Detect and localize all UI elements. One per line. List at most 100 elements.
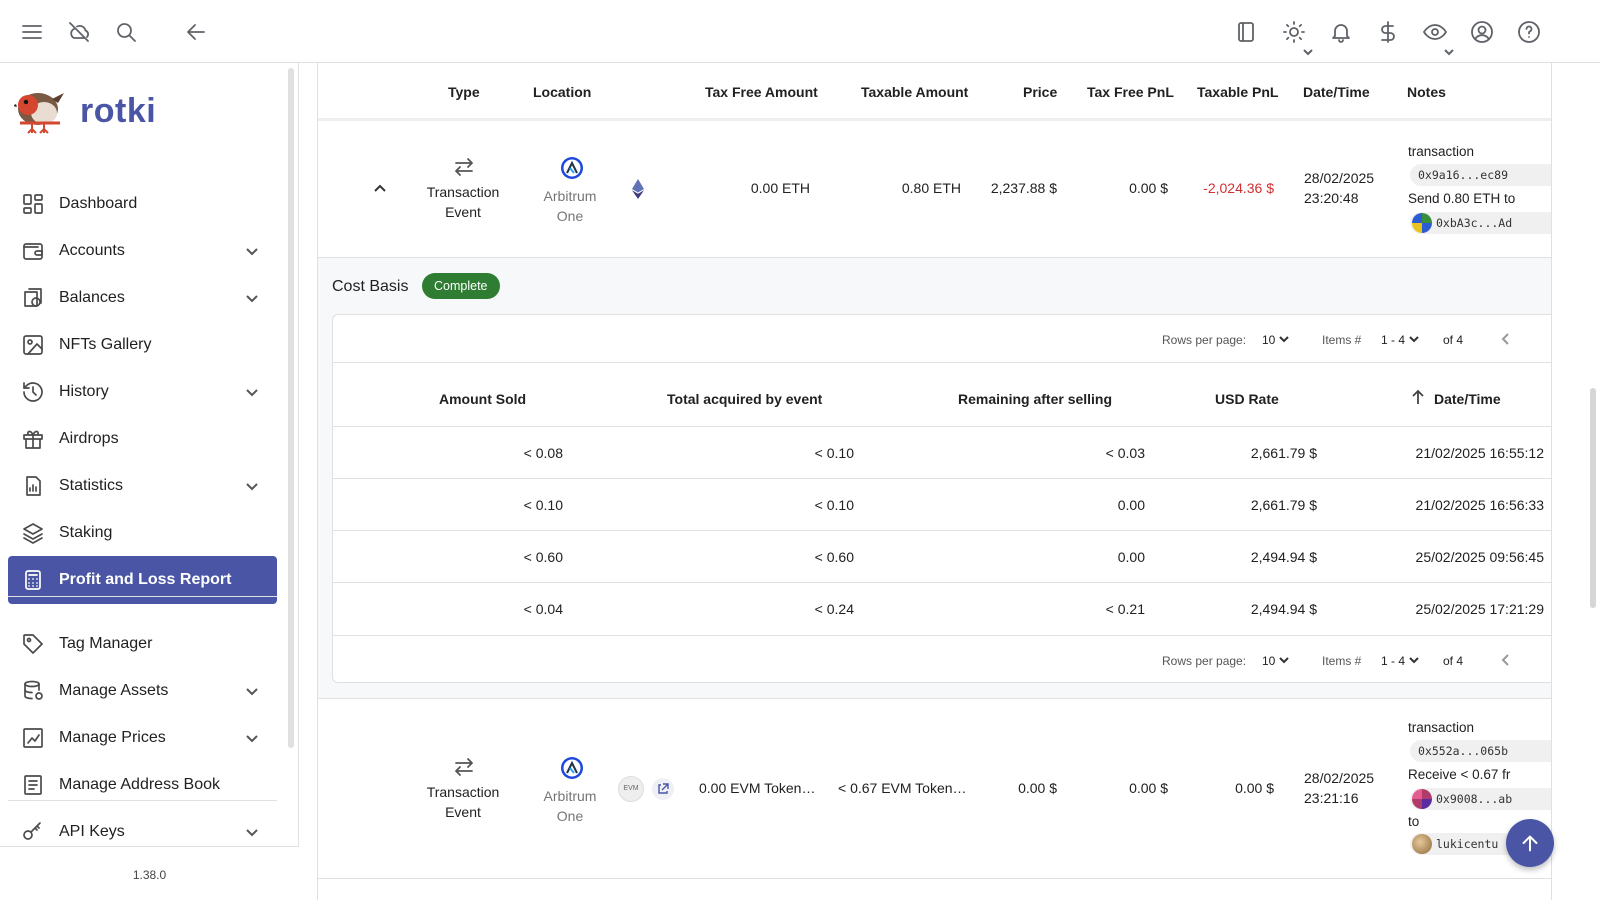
cell-total-acquired: < 0.24 bbox=[814, 601, 854, 617]
chevron-down-icon[interactable] bbox=[1303, 44, 1313, 56]
collapse-chevron-up-icon[interactable] bbox=[372, 180, 388, 196]
prev-page-chevron-icon[interactable] bbox=[1501, 654, 1511, 669]
chevron-down-icon[interactable] bbox=[245, 684, 259, 698]
notes-icon[interactable] bbox=[1233, 19, 1259, 45]
row-date: 28/02/2025 bbox=[1304, 170, 1375, 186]
items-range-select[interactable]: 1 - 4 bbox=[1381, 333, 1419, 347]
row-type-line1: Transaction bbox=[426, 784, 500, 800]
history-icon bbox=[21, 380, 45, 404]
search-icon[interactable] bbox=[113, 19, 139, 45]
header-tax-free-amount[interactable]: Tax Free Amount bbox=[705, 84, 818, 100]
chevron-down-icon[interactable] bbox=[1444, 44, 1454, 56]
sidebar-item-manage-address-book[interactable]: Manage Address Book bbox=[8, 761, 277, 809]
chevron-down-icon[interactable] bbox=[245, 244, 259, 258]
cell-usd-rate: 2,494.94 $ bbox=[1250, 601, 1317, 617]
address-avatar bbox=[1412, 789, 1432, 809]
header-taxable-amount[interactable]: Taxable Amount bbox=[861, 84, 968, 100]
back-icon[interactable] bbox=[183, 19, 209, 45]
bell-icon[interactable] bbox=[1328, 19, 1354, 45]
balances-icon bbox=[21, 286, 45, 310]
items-total: of 4 bbox=[1443, 654, 1464, 668]
cell-usd-rate: 2,494.94 $ bbox=[1250, 549, 1317, 565]
cost-basis-panel: Cost Basis Complete Rows per page: 10 It… bbox=[318, 257, 1551, 699]
header-datetime[interactable]: Date/Time bbox=[1434, 391, 1501, 407]
account-icon[interactable] bbox=[1469, 19, 1495, 45]
chevron-down-icon[interactable] bbox=[245, 385, 259, 399]
row-location-line1: Arbitrum bbox=[543, 788, 597, 804]
header-tax-free-pnl[interactable]: Tax Free PnL bbox=[1087, 84, 1174, 100]
notes-text: Receive < 0.67 fr bbox=[1408, 767, 1511, 782]
row-tax-free-pnl: 0.00 $ bbox=[1129, 180, 1168, 196]
header-type[interactable]: Type bbox=[448, 84, 480, 100]
header-taxable-pnl[interactable]: Taxable PnL bbox=[1197, 84, 1278, 100]
main-content: Type Location Tax Free Amount Taxable Am… bbox=[300, 63, 1600, 900]
items-label: Items # bbox=[1322, 333, 1362, 347]
header-total-acquired[interactable]: Total acquired by event bbox=[667, 391, 822, 407]
table-header: Type Location Tax Free Amount Taxable Am… bbox=[318, 63, 1551, 121]
header-remaining[interactable]: Remaining after selling bbox=[958, 391, 1112, 407]
sidebar-item-manage-assets[interactable]: Manage Assets bbox=[8, 667, 277, 715]
external-link-icon[interactable] bbox=[652, 778, 674, 800]
header-datetime[interactable]: Date/Time bbox=[1303, 84, 1370, 100]
sidebar-item-dashboard[interactable]: Dashboard bbox=[8, 180, 277, 228]
eye-icon[interactable] bbox=[1422, 19, 1448, 45]
notes-text: Send 0.80 ETH to bbox=[1408, 191, 1516, 206]
row-time: 23:20:48 bbox=[1304, 190, 1359, 206]
header-location[interactable]: Location bbox=[533, 84, 591, 100]
logo[interactable]: rotki bbox=[14, 85, 156, 137]
prev-page-chevron-icon[interactable] bbox=[1501, 333, 1511, 348]
sidebar-item-balances[interactable]: Balances bbox=[8, 274, 277, 322]
chevron-down-icon[interactable] bbox=[245, 731, 259, 745]
sidebar-item-accounts[interactable]: Accounts bbox=[8, 227, 277, 275]
tx-hash-chip[interactable]: 0x9a16...ec89 bbox=[1410, 164, 1551, 186]
row-taxable-pnl: -2,024.36 $ bbox=[1203, 180, 1274, 196]
cloud-off-icon[interactable] bbox=[66, 19, 92, 45]
sidebar-item-label: Balances bbox=[59, 289, 125, 306]
menu-icon[interactable] bbox=[19, 19, 45, 45]
evm-token-icon: EVM bbox=[618, 776, 644, 802]
sidebar-item-tag-manager[interactable]: Tag Manager bbox=[8, 620, 277, 668]
rows-per-page-select[interactable]: 10 bbox=[1262, 333, 1290, 347]
header-usd-rate[interactable]: USD Rate bbox=[1215, 391, 1279, 407]
cell-remaining: < 0.21 bbox=[1105, 601, 1145, 617]
chevron-down-icon[interactable] bbox=[245, 479, 259, 493]
cost-basis-title: Cost Basis bbox=[332, 278, 409, 295]
header-amount-sold[interactable]: Amount Sold bbox=[439, 391, 526, 407]
chevron-down-icon bbox=[1409, 333, 1419, 343]
scroll-to-top-button[interactable] bbox=[1506, 819, 1554, 867]
rows-per-page-select[interactable]: 10 bbox=[1262, 654, 1290, 668]
main-scrollbar[interactable] bbox=[1590, 388, 1596, 608]
sidebar-item-statistics[interactable]: Statistics bbox=[8, 462, 277, 510]
rotki-bird-logo bbox=[14, 93, 64, 134]
calculator-icon bbox=[21, 568, 45, 592]
sidebar-scrollbar[interactable] bbox=[288, 68, 294, 748]
sidebar-item-airdrops[interactable]: Airdrops bbox=[8, 415, 277, 463]
row-type-line2: Event bbox=[445, 204, 481, 220]
sidebar-item-label: Airdrops bbox=[59, 430, 119, 447]
sidebar-item-nfts-gallery[interactable]: NFTs Gallery bbox=[8, 321, 277, 369]
header-price[interactable]: Price bbox=[1023, 84, 1057, 100]
rows-per-page-label: Rows per page: bbox=[1162, 333, 1247, 347]
tx-hash-chip[interactable]: 0x552a...065b bbox=[1410, 740, 1551, 762]
theme-sun-icon[interactable] bbox=[1281, 19, 1307, 45]
sidebar-item-label: Profit and Loss Report bbox=[59, 571, 232, 588]
help-icon[interactable] bbox=[1516, 19, 1542, 45]
chevron-down-icon[interactable] bbox=[245, 825, 259, 839]
items-range-select[interactable]: 1 - 4 bbox=[1381, 654, 1419, 668]
address-avatar bbox=[1412, 213, 1432, 233]
chevron-down-icon bbox=[1409, 654, 1419, 664]
sort-arrow-up-icon[interactable] bbox=[1411, 389, 1425, 405]
cell-amount-sold: < 0.10 bbox=[523, 497, 563, 513]
chevron-down-icon[interactable] bbox=[245, 291, 259, 305]
header-notes[interactable]: Notes bbox=[1407, 84, 1446, 100]
dollar-icon[interactable] bbox=[1375, 19, 1401, 45]
address-book-icon bbox=[21, 773, 45, 797]
key-icon bbox=[21, 820, 45, 844]
rows-per-page-value: 10 bbox=[1262, 333, 1276, 347]
sidebar-item-label: NFTs Gallery bbox=[59, 336, 152, 353]
rows-per-page-label: Rows per page: bbox=[1162, 654, 1247, 668]
sidebar-item-staking[interactable]: Staking bbox=[8, 509, 277, 557]
sidebar-item-manage-prices[interactable]: Manage Prices bbox=[8, 714, 277, 762]
row-tax-free-amount: 0.00 ETH bbox=[750, 180, 810, 196]
sidebar-item-history[interactable]: History bbox=[8, 368, 277, 416]
